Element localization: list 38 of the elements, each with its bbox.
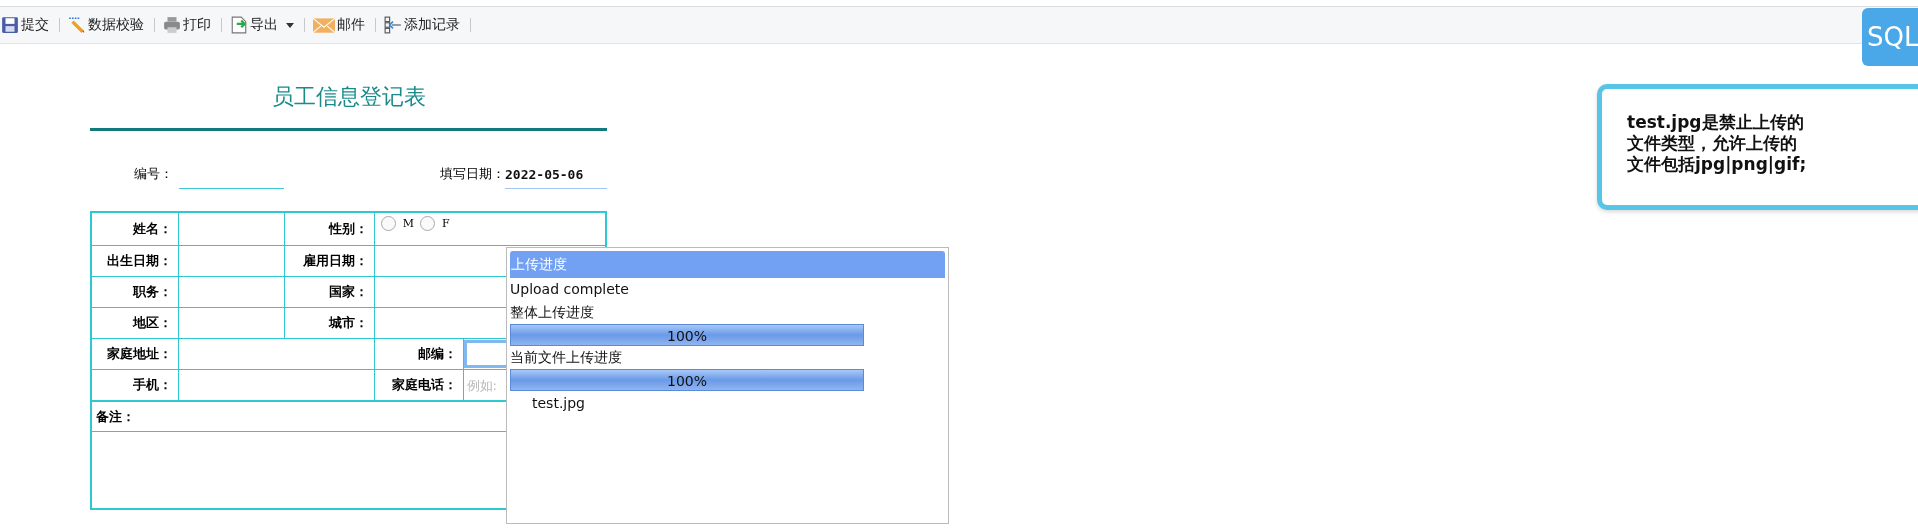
progress-label: 整体上传进度 [510, 303, 594, 322]
field-label: 雇用日期： [284, 245, 374, 277]
field-label: 城市： [284, 307, 374, 339]
field-label: 填写日期： [439, 165, 505, 183]
progress-value: 100% [667, 327, 707, 346]
printer-icon [163, 16, 181, 34]
toolbar-button[interactable]: 导出 [230, 16, 298, 34]
field-label: 职务： [91, 276, 178, 308]
toolbar-button[interactable]: 数据校验 [68, 16, 148, 34]
toolbar-button[interactable]: 打印 [163, 16, 215, 34]
toolbar-button[interactable]: 邮件 [313, 16, 369, 34]
field-label: 备注： [96, 407, 135, 426]
toolbar-button[interactable]: 提交 [1, 16, 53, 34]
add-record-icon [384, 16, 402, 34]
field-label: 编号： [133, 165, 173, 183]
radio-button[interactable] [380, 216, 396, 231]
file-name: test.jpg [531, 394, 586, 413]
field-label: 邮编： [374, 338, 463, 370]
tooltip-text: test.jpg是禁止上传的 文件类型，允许上传的 文件包括jpg|png|gif; [1627, 112, 1807, 175]
field-label: 出生日期： [91, 245, 178, 277]
field-label: 性别： [284, 212, 374, 246]
progress-value: 100% [667, 372, 707, 391]
toolbar-button[interactable]: 添加记录 [384, 16, 464, 34]
pencil-icon [68, 16, 86, 34]
field-label: 地区： [91, 307, 178, 339]
radio-button[interactable] [419, 216, 435, 231]
dialog-title: 上传进度 [510, 251, 945, 278]
radio-label: M [402, 217, 414, 230]
date-field[interactable]: 2022-05-06 [505, 167, 607, 189]
field-label: 姓名： [91, 212, 178, 246]
progress-label: 当前文件上传进度 [510, 348, 622, 367]
radio-label: F [442, 217, 450, 230]
form-title: 员工信息登记表 [90, 44, 607, 131]
field-label: 国家： [284, 276, 374, 308]
export-document-icon [230, 16, 248, 34]
field-label: 家庭地址： [91, 338, 178, 370]
status-text: Upload complete [510, 280, 629, 299]
envelope-icon [313, 16, 335, 34]
